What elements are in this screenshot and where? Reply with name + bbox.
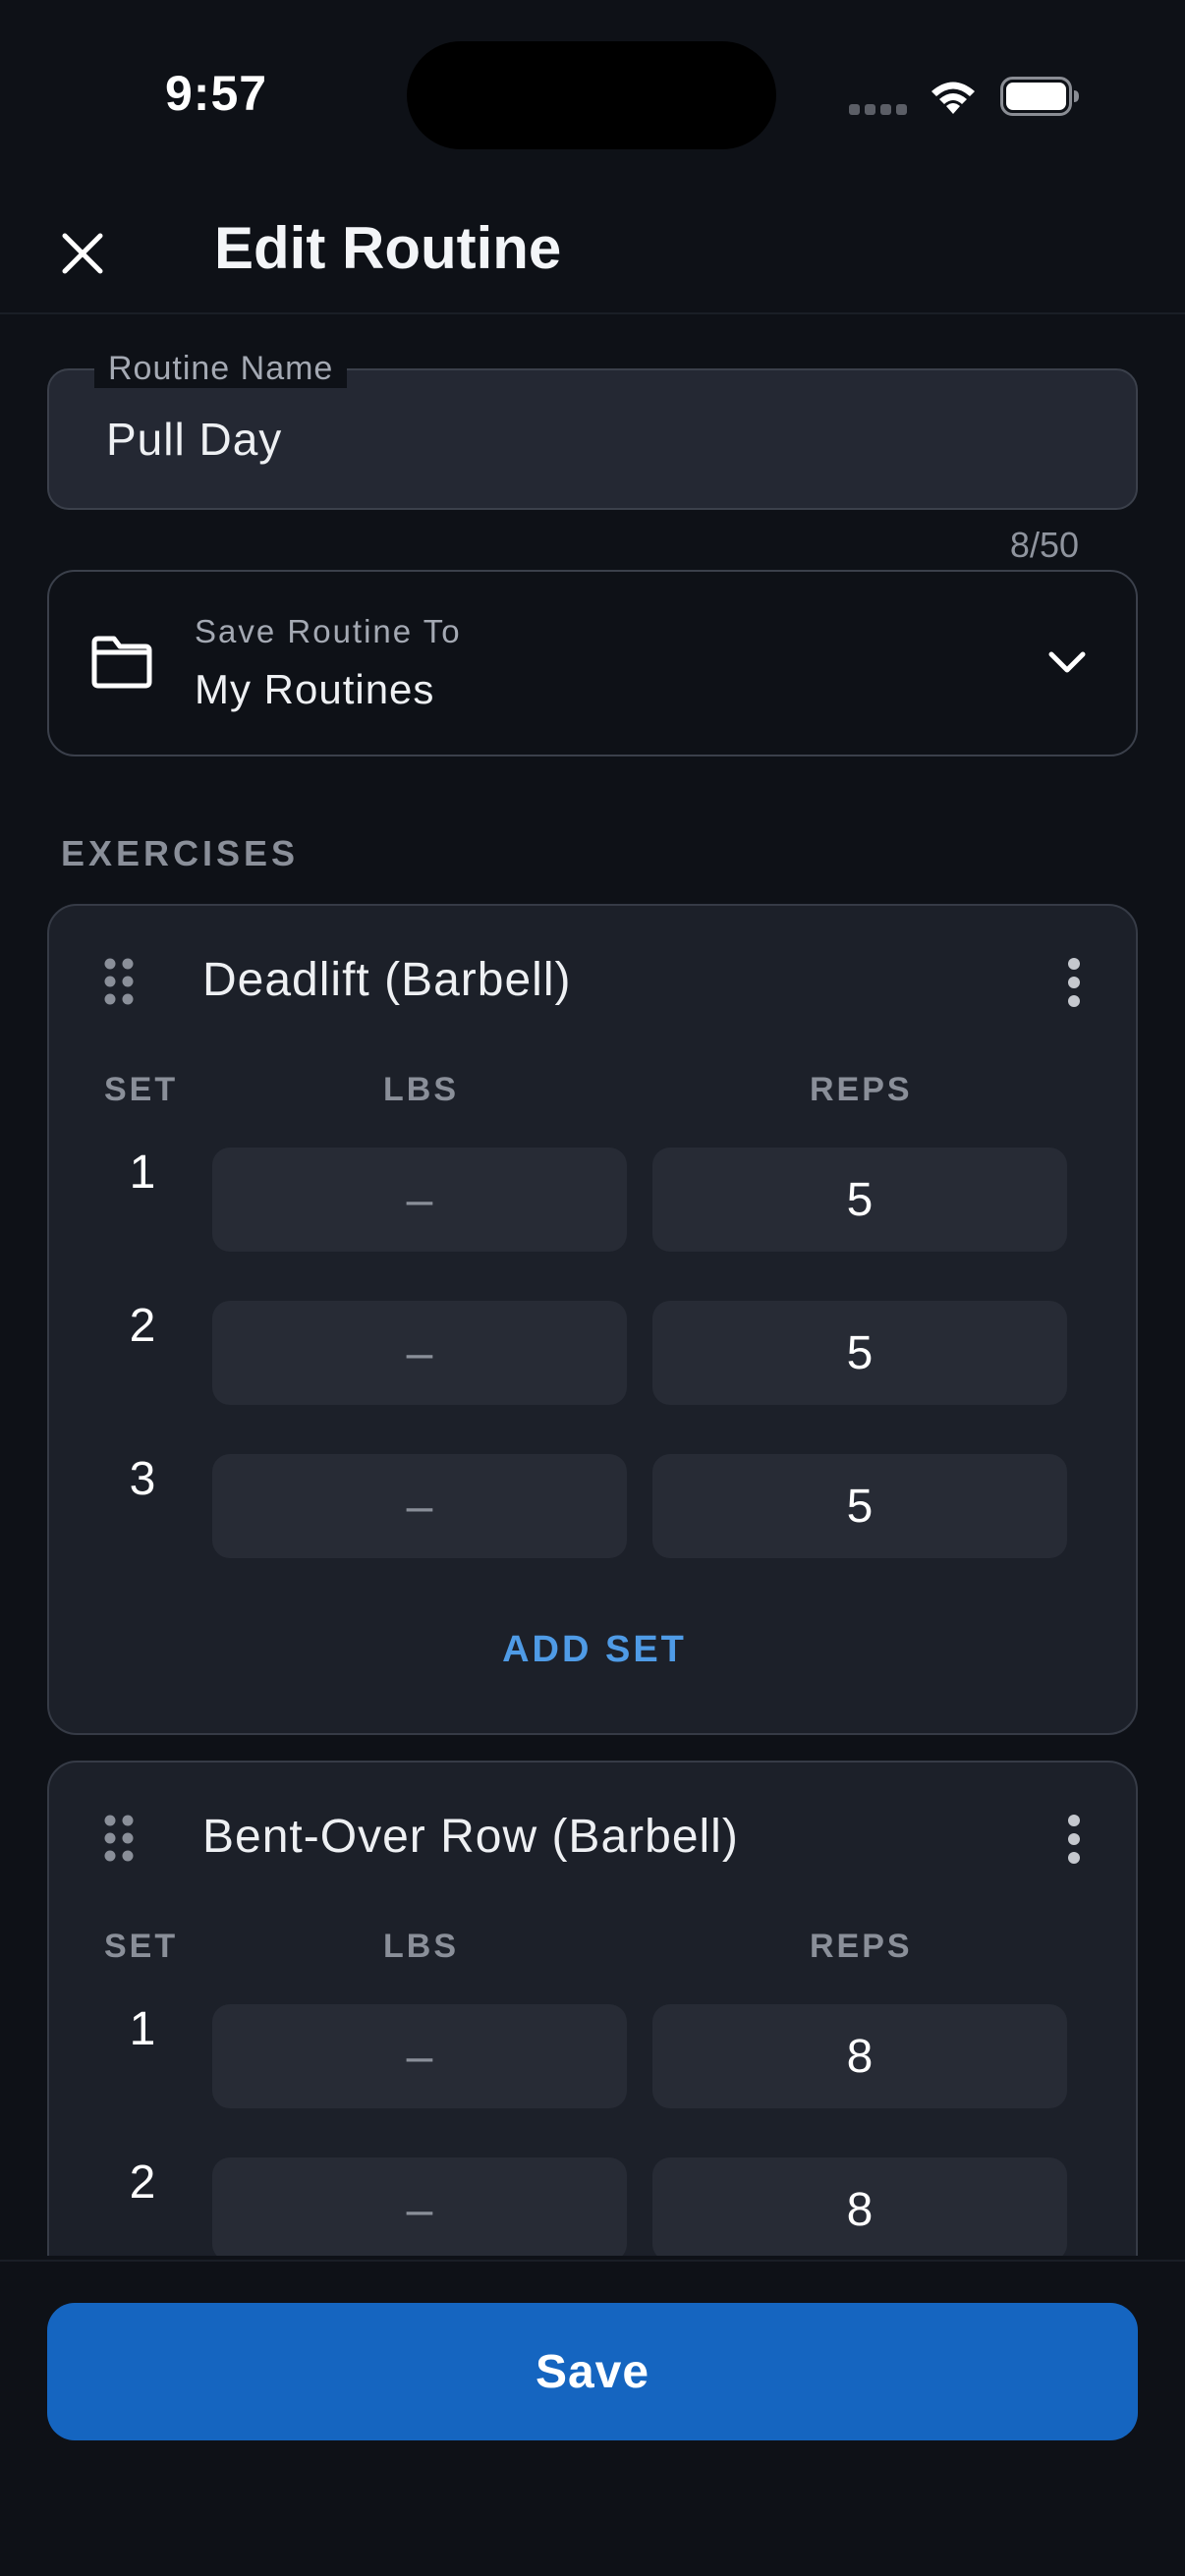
reps-input[interactable]: 5: [652, 1148, 1067, 1252]
set-number: 1: [129, 2003, 156, 2055]
page-title: Edit Routine: [214, 215, 562, 281]
status-bar: 9:57: [0, 0, 1185, 187]
save-to-label: Save Routine To: [195, 613, 462, 649]
set-number: 2: [129, 2156, 156, 2209]
exercise-name[interactable]: Deadlift (Barbell): [202, 953, 571, 1007]
more-vert-icon[interactable]: [1067, 957, 1081, 1008]
column-header-lbs: LBS: [383, 1928, 459, 1965]
drag-handle-icon[interactable]: [102, 957, 136, 1006]
close-button[interactable]: [49, 220, 116, 287]
weight-input[interactable]: –: [212, 1301, 627, 1405]
save-to-value: My Routines: [195, 666, 435, 712]
exercise-list[interactable]: Deadlift (Barbell) SET LBS REPS 1 – 5 2 …: [0, 884, 1185, 2256]
exercises-heading: EXERCISES: [61, 833, 300, 873]
reps-input[interactable]: 8: [652, 2157, 1067, 2256]
folder-icon: [91, 636, 152, 689]
exercise-name[interactable]: Bent-Over Row (Barbell): [202, 1810, 739, 1864]
exercise-card: Deadlift (Barbell) SET LBS REPS 1 – 5 2 …: [47, 904, 1138, 1735]
column-header-set: SET: [104, 1071, 179, 1108]
character-counter: 8/50: [1009, 525, 1079, 565]
reps-input[interactable]: 5: [652, 1301, 1067, 1405]
reps-input[interactable]: 8: [652, 2004, 1067, 2108]
drag-handle-icon[interactable]: [102, 1814, 136, 1863]
set-number: 1: [129, 1147, 156, 1199]
save-button[interactable]: Save: [47, 2303, 1138, 2440]
exercise-card: Bent-Over Row (Barbell) SET LBS REPS 1 –…: [47, 1761, 1138, 2256]
routine-name-label: Routine Name: [94, 350, 348, 388]
bottom-action-bar: Save: [0, 2260, 1185, 2576]
weight-input[interactable]: –: [212, 1148, 627, 1252]
dynamic-island: [407, 41, 776, 149]
save-routine-to-dropdown[interactable]: Save Routine To My Routines: [47, 570, 1138, 756]
weight-input[interactable]: –: [212, 2157, 627, 2256]
column-header-reps: REPS: [810, 1928, 913, 1965]
set-number: 3: [129, 1453, 156, 1505]
cellular-signal-icon: [849, 104, 908, 116]
column-header-set: SET: [104, 1928, 179, 1965]
add-set-button[interactable]: ADD SET: [49, 1629, 1140, 1671]
set-number: 2: [129, 1300, 156, 1352]
close-icon: [62, 233, 103, 274]
chevron-down-icon: [1048, 651, 1086, 673]
more-vert-icon[interactable]: [1067, 1814, 1081, 1865]
column-header-reps: REPS: [810, 1071, 913, 1108]
battery-icon: [1000, 77, 1079, 116]
reps-input[interactable]: 5: [652, 1454, 1067, 1558]
status-time: 9:57: [165, 66, 268, 121]
column-header-lbs: LBS: [383, 1071, 459, 1108]
weight-input[interactable]: –: [212, 2004, 627, 2108]
app-header: Edit Routine: [0, 187, 1185, 314]
wifi-icon: [931, 82, 975, 114]
weight-input[interactable]: –: [212, 1454, 627, 1558]
routine-name-input[interactable]: Pull Day: [106, 413, 282, 466]
